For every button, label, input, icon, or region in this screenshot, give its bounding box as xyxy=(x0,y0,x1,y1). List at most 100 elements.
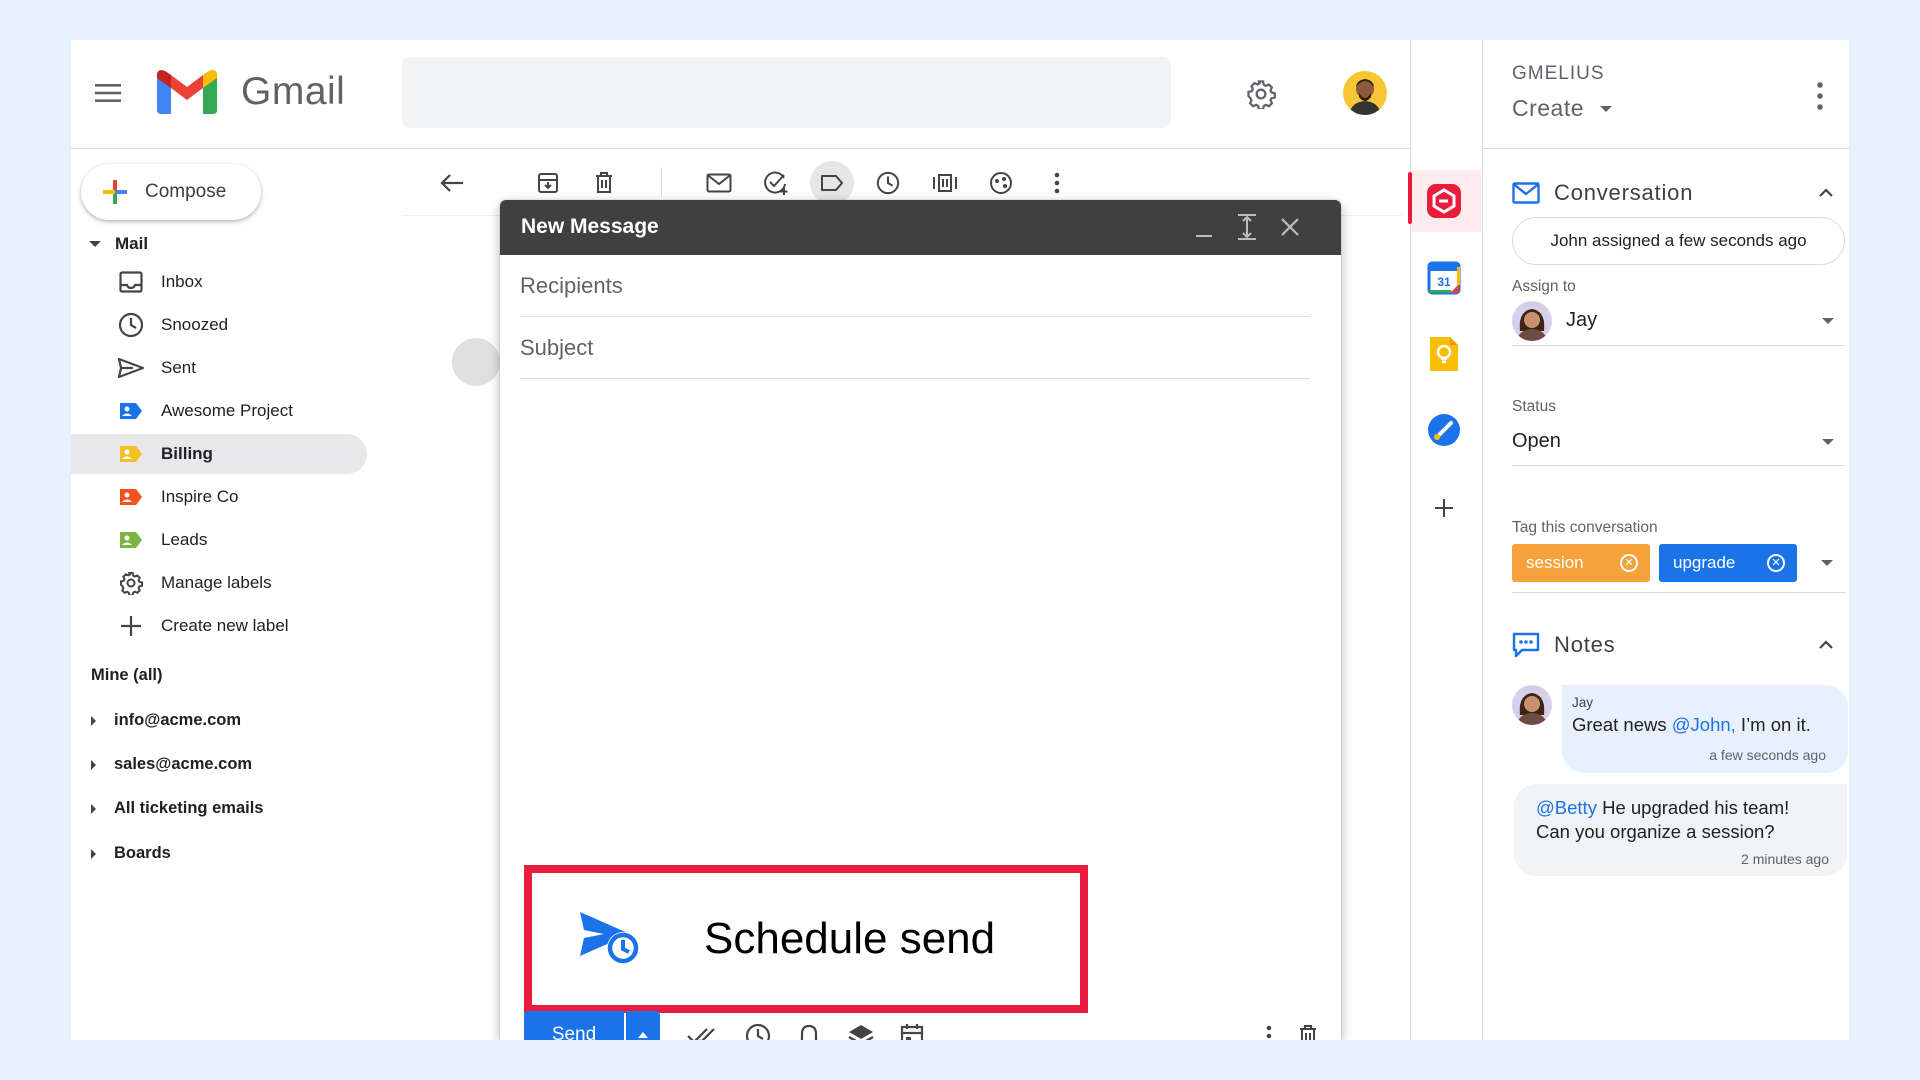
tags-dropdown[interactable] xyxy=(1807,544,1847,582)
recipients-field[interactable]: Recipients xyxy=(520,255,1310,317)
note-text-suffix: I’m on it. xyxy=(1735,714,1811,735)
close-compose-icon[interactable] xyxy=(1277,214,1303,240)
status-dropdown[interactable]: Open xyxy=(1512,418,1846,466)
assigned-text: John assigned a few seconds ago xyxy=(1550,231,1807,250)
caret-down-icon xyxy=(1600,105,1613,112)
reminder-bell-icon[interactable] xyxy=(789,1016,829,1040)
account-boards[interactable]: Boards xyxy=(91,844,171,863)
mail-section-header[interactable]: Mail xyxy=(89,234,148,254)
note-mention[interactable]: @John, xyxy=(1672,714,1736,735)
nav-item-awesome-project[interactable]: Awesome Project xyxy=(71,391,367,431)
fullscreen-icon[interactable] xyxy=(1235,212,1259,242)
conversation-header[interactable]: Conversation xyxy=(1512,175,1842,211)
calendar-icon[interactable] xyxy=(892,1016,932,1040)
boards-icon[interactable] xyxy=(923,161,967,205)
clock-icon xyxy=(115,312,147,338)
add-task-icon[interactable] xyxy=(754,161,798,205)
send-button[interactable]: Send xyxy=(524,1011,624,1040)
send-options-button[interactable] xyxy=(626,1011,660,1040)
archive-icon[interactable] xyxy=(526,161,570,205)
nav-item-billing[interactable]: Billing xyxy=(71,434,367,474)
more-vert-icon[interactable] xyxy=(1035,161,1079,205)
user-avatar[interactable] xyxy=(1343,71,1387,115)
nav-item-sent[interactable]: Sent xyxy=(71,348,367,388)
nav-item-inbox[interactable]: Inbox xyxy=(71,262,367,302)
tasks-app-icon[interactable] xyxy=(1420,406,1468,454)
note-mention[interactable]: @Betty xyxy=(1536,797,1597,818)
assign-to-dropdown[interactable]: Jay xyxy=(1512,296,1846,346)
discard-draft-icon[interactable] xyxy=(1291,1016,1325,1040)
schedule-send-callout[interactable]: Schedule send xyxy=(524,865,1088,1013)
account-info[interactable]: info@acme.com xyxy=(91,711,241,730)
remove-tag-icon[interactable]: ✕ xyxy=(1767,554,1785,572)
nav-label: Leads xyxy=(161,530,208,549)
sequence-layers-icon[interactable] xyxy=(841,1016,881,1040)
create-dropdown[interactable]: Create xyxy=(1512,95,1613,122)
gmelius-app-icon[interactable] xyxy=(1420,177,1468,225)
inbox-icon xyxy=(115,271,147,293)
template-icon[interactable] xyxy=(979,161,1023,205)
panel-more-icon[interactable] xyxy=(1805,74,1835,118)
tag-session[interactable]: session ✕ xyxy=(1512,544,1650,582)
schedule-send-icon xyxy=(578,910,642,968)
create-label: Create xyxy=(1512,95,1585,121)
label-icon xyxy=(115,401,147,421)
read-receipt-icon[interactable] xyxy=(683,1016,723,1040)
account-sales[interactable]: sales@acme.com xyxy=(91,755,252,774)
nav-label: Snoozed xyxy=(161,315,229,334)
nav-item-leads[interactable]: Leads xyxy=(71,520,367,560)
tag-label: session xyxy=(1526,553,1584,572)
compose-header: New Message xyxy=(500,200,1341,255)
account-label: info@acme.com xyxy=(114,711,242,729)
main-menu-icon[interactable] xyxy=(91,76,125,110)
nav-item-inspire-co[interactable]: Inspire Co xyxy=(71,477,367,517)
delete-icon[interactable] xyxy=(582,161,626,205)
note-bubble-2: @Betty He upgraded his team! Can you org… xyxy=(1514,784,1847,876)
gear-icon xyxy=(115,571,147,595)
snooze-icon[interactable] xyxy=(866,161,910,205)
calendar-app-icon[interactable]: 31 xyxy=(1420,254,1468,302)
nav-item-create-new-label[interactable]: Create new label xyxy=(71,606,367,646)
note-text-prefix: Great news xyxy=(1572,714,1672,735)
nav-label: Manage labels xyxy=(161,573,272,592)
caret-up-icon xyxy=(638,1031,648,1038)
collapse-chevron-icon[interactable] xyxy=(1818,188,1834,198)
assignee-avatar xyxy=(1512,300,1552,341)
settings-gear-icon[interactable] xyxy=(1237,70,1285,118)
compose-more-icon[interactable] xyxy=(1254,1016,1284,1040)
nav-item-snoozed[interactable]: Snoozed xyxy=(71,305,367,345)
subject-field[interactable]: Subject xyxy=(520,317,1310,379)
recipients-placeholder: Recipients xyxy=(520,272,623,298)
account-all-ticketing[interactable]: All ticketing emails xyxy=(91,799,263,818)
notes-comment-icon xyxy=(1512,632,1540,658)
add-addon-icon[interactable] xyxy=(1420,484,1468,532)
expand-caret-icon xyxy=(91,848,96,859)
gmail-wordmark: Gmail xyxy=(241,70,346,113)
collapse-chevron-icon[interactable] xyxy=(1818,640,1834,650)
message-body[interactable] xyxy=(520,386,1310,866)
search-bar[interactable] xyxy=(402,57,1171,128)
assignee-name: Jay xyxy=(1566,309,1598,331)
compose-window: New Message Recipients Subject Schedule … xyxy=(500,200,1341,1040)
app-frame: Gmail Compose Mail Inbox Snoozed Sent Aw… xyxy=(71,40,1849,1040)
keep-app-icon[interactable] xyxy=(1420,330,1468,378)
compose-plus-icon xyxy=(101,178,129,206)
back-arrow-icon[interactable] xyxy=(430,161,474,205)
minimize-icon[interactable] xyxy=(1192,214,1216,242)
note-text: Great news @John, I’m on it. xyxy=(1572,714,1811,736)
tag-upgrade[interactable]: upgrade ✕ xyxy=(1659,544,1797,582)
status-label: Status xyxy=(1512,398,1556,415)
label-icon xyxy=(115,530,147,550)
remove-tag-icon[interactable]: ✕ xyxy=(1620,554,1638,572)
nav-item-manage-labels[interactable]: Manage labels xyxy=(71,563,367,603)
expand-caret-icon xyxy=(91,803,96,814)
notes-title: Notes xyxy=(1554,632,1616,657)
notes-header[interactable]: Notes xyxy=(1512,626,1842,664)
account-label: All ticketing emails xyxy=(114,799,264,817)
label-as-icon[interactable] xyxy=(810,161,854,205)
gmail-logo-icon xyxy=(157,68,217,114)
conversation-title: Conversation xyxy=(1554,180,1694,205)
compose-button[interactable]: Compose xyxy=(81,164,261,220)
mark-unread-icon[interactable] xyxy=(697,161,741,205)
schedule-clock-icon[interactable] xyxy=(738,1016,778,1040)
